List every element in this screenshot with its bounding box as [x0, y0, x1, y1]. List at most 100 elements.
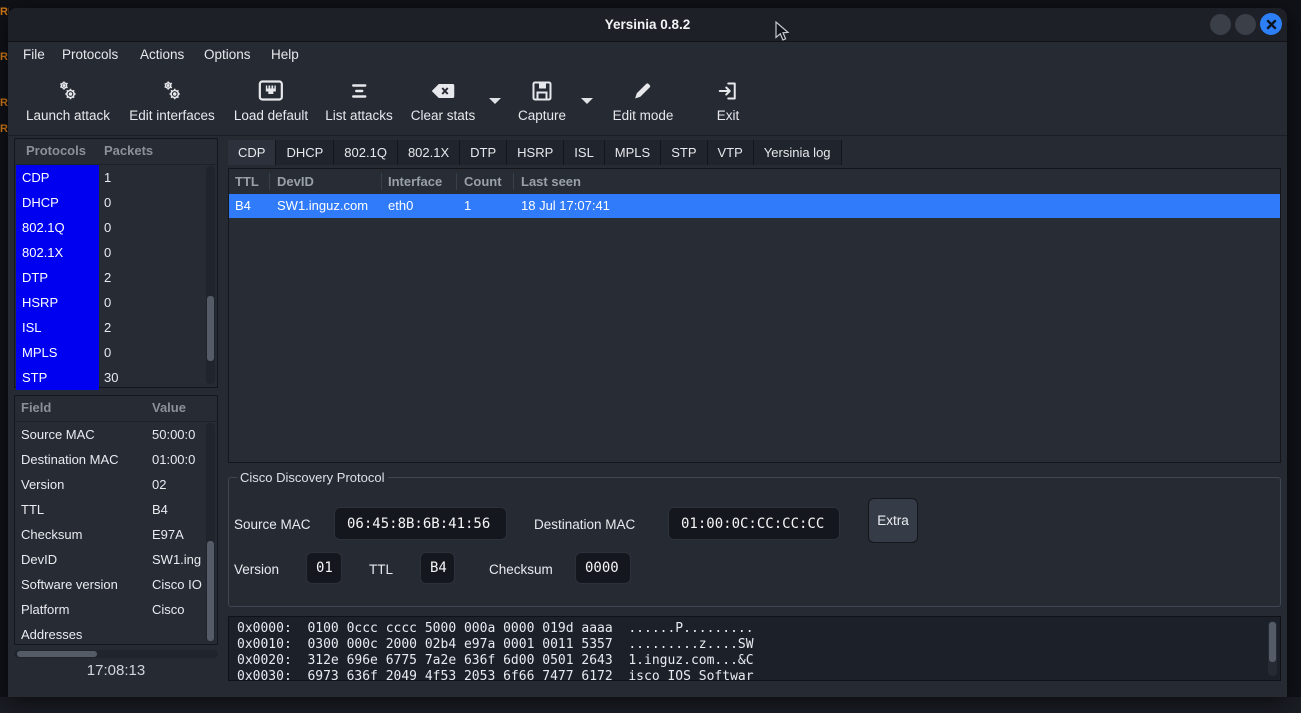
mouse-cursor — [775, 21, 791, 43]
protocol-name: 802.1Q — [16, 215, 99, 240]
exit-button[interactable]: Exit — [717, 78, 740, 123]
field-row[interactable]: Addresses — [15, 622, 217, 647]
desktop: RI RI RI RI Yersinia 0.8.2 File Protocol… — [0, 0, 1301, 713]
column-separator — [456, 173, 457, 190]
title-bar[interactable]: Yersinia 0.8.2 — [8, 8, 1287, 42]
protocol-row[interactable]: DTP2 — [15, 265, 217, 290]
close-button[interactable] — [1260, 13, 1282, 35]
exit-icon — [717, 78, 739, 104]
field-row[interactable]: DevIDSW1.ing — [15, 547, 217, 572]
field-value: B4 — [152, 497, 207, 522]
protocol-row[interactable]: CDP1 — [15, 165, 217, 190]
column-separator — [269, 173, 270, 190]
protocol-row[interactable]: 802.1Q0 — [15, 215, 217, 240]
protocols-column-header[interactable]: Protocols — [26, 139, 86, 163]
value-column-header[interactable]: Value — [152, 396, 186, 420]
hex-dump-view[interactable]: 0x0000: 0100 0ccc cccc 5000 000a 0000 01… — [228, 616, 1281, 681]
field-table-header[interactable]: Field Value — [15, 396, 217, 422]
capture-dropdown-arrow[interactable] — [581, 98, 593, 104]
packet-count: 0 — [104, 240, 111, 265]
tab-stp[interactable]: STP — [661, 140, 707, 165]
version-label: Version — [234, 562, 279, 577]
menu-help[interactable]: Help — [271, 42, 299, 68]
launch-attack-button[interactable]: Launch attack — [26, 78, 110, 123]
field-name: Platform — [21, 597, 69, 622]
ttl-column-header[interactable]: TTL — [235, 169, 259, 194]
field-row[interactable]: ChecksumE97A — [15, 522, 217, 547]
destination-mac-input[interactable]: 01:00:0C:CC:CC:CC — [668, 507, 840, 540]
toolbar-item-label: Edit mode — [613, 108, 674, 123]
tab-dhcp[interactable]: DHCP — [276, 140, 334, 165]
tab-8021q[interactable]: 802.1Q — [334, 140, 398, 165]
packet-count: 0 — [104, 340, 111, 365]
protocols-scrollbar[interactable] — [206, 166, 215, 384]
field-value: 50:00:0 — [152, 422, 207, 447]
fields-horizontal-scrollbar[interactable] — [14, 650, 218, 658]
cdp-legend: Cisco Discovery Protocol — [237, 470, 388, 485]
extra-button[interactable]: Extra — [868, 498, 918, 543]
checksum-input[interactable]: 0000 — [575, 552, 631, 584]
field-row[interactable]: Version02 — [15, 472, 217, 497]
field-row[interactable]: Platform Cisco — [15, 597, 217, 622]
fields-scrollbar[interactable] — [206, 423, 215, 641]
tab-vtp[interactable]: VTP — [708, 140, 754, 165]
field-row[interactable]: TTLB4 — [15, 497, 217, 522]
list-attacks-button[interactable]: List attacks — [325, 78, 393, 123]
source-mac-label: Source MAC — [234, 517, 311, 532]
tab-8021x[interactable]: 802.1X — [398, 140, 460, 165]
field-value: SW1.ing — [152, 547, 207, 572]
protocol-row[interactable]: HSRP0 — [15, 290, 217, 315]
field-row[interactable]: Destination MAC01:00:0 — [15, 447, 217, 472]
last-seen-column-header[interactable]: Last seen — [521, 169, 581, 194]
tab-isl[interactable]: ISL — [564, 140, 605, 165]
ttl-input[interactable]: B4 — [420, 552, 455, 584]
protocol-row[interactable]: ISL2 — [15, 315, 217, 340]
minimize-button[interactable] — [1210, 14, 1231, 35]
tab-dtp[interactable]: DTP — [460, 140, 507, 165]
menu-protocols[interactable]: Protocols — [62, 42, 118, 68]
edit-interfaces-button[interactable]: Edit interfaces — [129, 78, 215, 123]
cell-last-seen: 18 Jul 17:07:41 — [521, 194, 610, 218]
field-column-header[interactable]: Field — [21, 396, 51, 420]
edit-mode-button[interactable]: Edit mode — [613, 78, 674, 123]
clear-stats-dropdown-arrow[interactable] — [489, 98, 501, 104]
protocol-name: ISL — [16, 315, 99, 340]
protocol-row[interactable]: 802.1X0 — [15, 240, 217, 265]
field-row[interactable]: Software versionCisco IO — [15, 572, 217, 597]
load-default-button[interactable]: Load default — [234, 78, 308, 123]
hex-line: 0x0020: 312e 696e 6775 7a2e 636f 6d00 05… — [229, 653, 1280, 669]
tab-cdp[interactable]: CDP — [228, 140, 276, 165]
version-input[interactable]: 01 — [306, 552, 342, 584]
field-value: Cisco — [152, 597, 207, 622]
capture-button[interactable]: Capture — [518, 78, 566, 123]
scrollbar-thumb[interactable] — [207, 296, 214, 361]
field-row[interactable]: Source MAC50:00:0 — [15, 422, 217, 447]
tab-mpls[interactable]: MPLS — [605, 140, 661, 165]
protocol-name: STP — [16, 365, 99, 390]
list-icon — [348, 78, 370, 104]
packet-row-selected[interactable]: B4 SW1.inguz.com eth0 1 18 Jul 17:07:41 — [229, 194, 1280, 218]
hex-line: 0x0000: 0100 0ccc cccc 5000 000a 0000 01… — [229, 621, 1280, 637]
scrollbar-thumb[interactable] — [1269, 622, 1276, 662]
menu-actions[interactable]: Actions — [140, 42, 184, 68]
menu-file[interactable]: File — [23, 42, 45, 68]
protocol-row[interactable]: DHCP0 — [15, 190, 217, 215]
count-column-header[interactable]: Count — [464, 169, 502, 194]
source-mac-input[interactable]: 06:45:8B:6B:41:56 — [334, 507, 507, 540]
scrollbar-thumb[interactable] — [17, 651, 97, 657]
packet-table[interactable]: TTL DevID Interface Count Last seen B4 S… — [228, 168, 1281, 463]
packets-column-header[interactable]: Packets — [104, 139, 153, 163]
protocol-row[interactable]: MPLS0 — [15, 340, 217, 365]
devid-column-header[interactable]: DevID — [277, 169, 314, 194]
cell-devid: SW1.inguz.com — [277, 194, 368, 218]
clear-stats-button[interactable]: Clear stats — [411, 78, 476, 123]
interface-column-header[interactable]: Interface — [388, 169, 442, 194]
protocol-row[interactable]: STP30 — [15, 365, 217, 390]
tab-yersinia-log[interactable]: Yersinia log — [754, 140, 842, 165]
menu-options[interactable]: Options — [204, 42, 251, 68]
maximize-button[interactable] — [1235, 14, 1256, 35]
hex-scrollbar[interactable] — [1268, 621, 1277, 676]
tab-hsrp[interactable]: HSRP — [507, 140, 564, 165]
protocols-table-header[interactable]: Protocols Packets — [15, 139, 217, 165]
scrollbar-thumb[interactable] — [207, 541, 214, 641]
